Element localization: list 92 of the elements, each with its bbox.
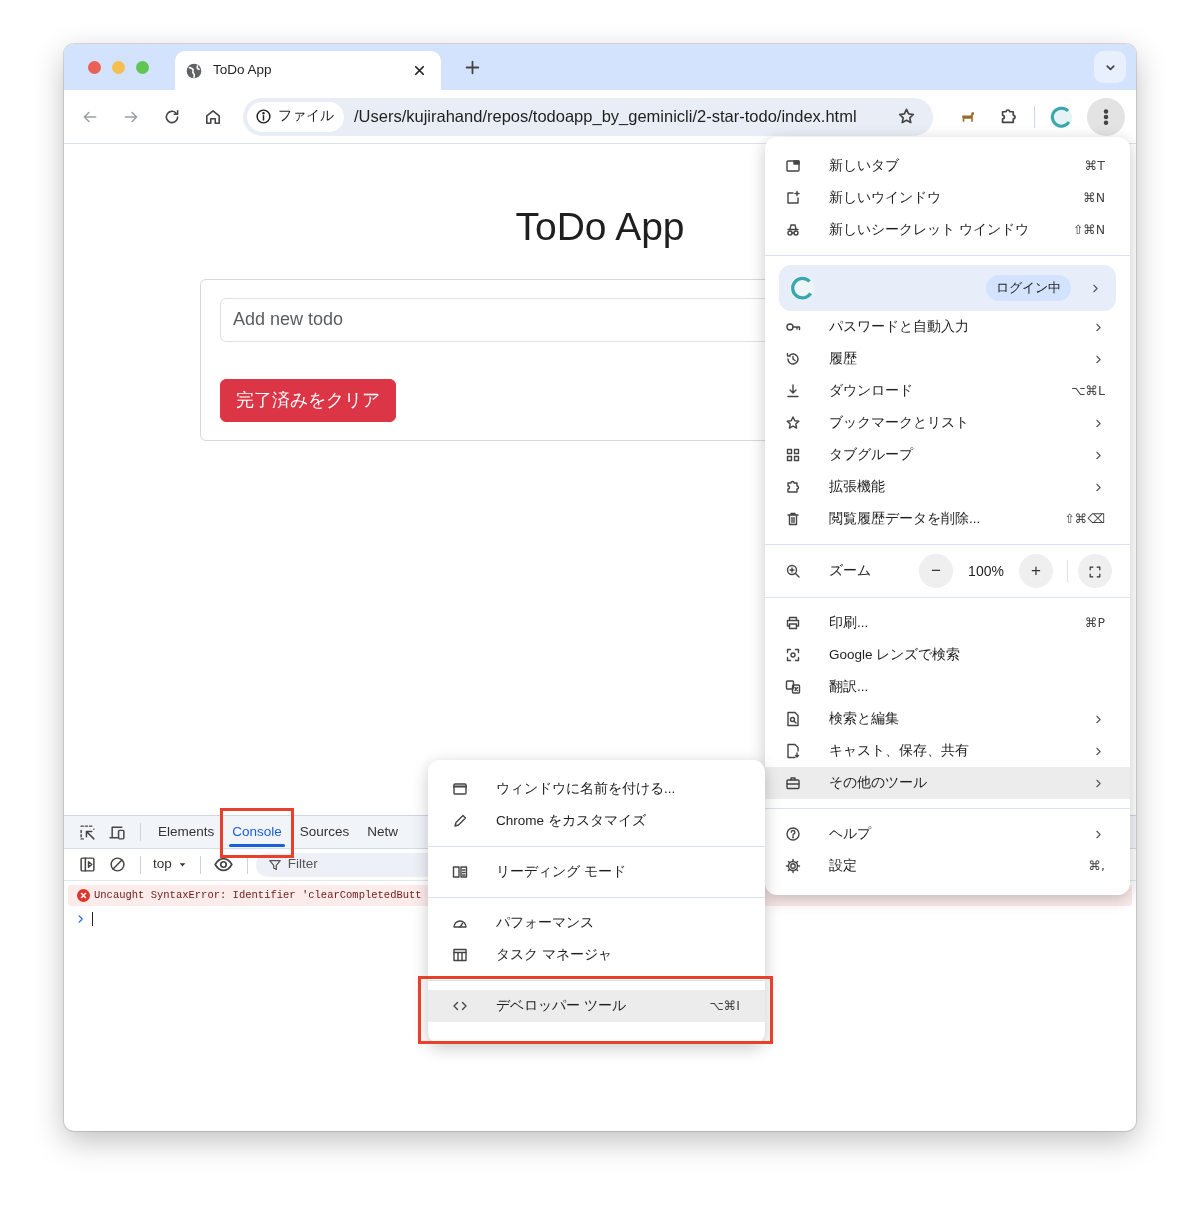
bookmark-icon [896,107,916,126]
menu-item[interactable]: 拡張機能 [765,471,1130,503]
table-icon [452,947,468,963]
clear-completed-button[interactable]: 完了済みをクリア [220,378,396,422]
zoom-label: ズーム [829,561,871,580]
fullscreen-icon [1088,564,1102,579]
prompt-icon [76,914,86,924]
translate-icon [785,679,801,695]
address-bar[interactable]: ファイル /Users/kujirahand/repos/todoapp_by_geminicli/2-star-todo/index.html [243,97,933,136]
help-icon [785,826,801,842]
printer-icon [785,615,801,631]
devtools-tab[interactable]: Netw [358,815,399,849]
menu-item[interactable]: 検索と編集 [765,703,1130,735]
error-icon [77,889,90,902]
download-icon [785,383,801,399]
menu-item[interactable]: タスク マネージャ [428,939,765,971]
sidebar-icon [78,856,96,873]
new-window-icon [785,190,801,206]
menu-item[interactable]: パフォーマンス [428,907,765,939]
menu-item[interactable]: Chrome をカスタマイズ [428,805,765,837]
menu-item[interactable]: 翻訳... [765,671,1130,703]
menu-item[interactable]: タブグループ [765,439,1130,471]
menu-item[interactable]: リーディング モード [428,856,765,888]
shortcut-text: ⌘, [1088,856,1105,875]
incognito-icon [785,222,801,238]
error-text: Uncaught SyntaxError: Identifier 'clearCompletedButt [94,887,422,903]
menu-item[interactable]: 新しいタブ ⌘T [765,150,1130,182]
avatar-icon [1049,104,1073,129]
grid-icon [785,447,801,463]
close-window-button[interactable] [88,60,101,74]
menu-item[interactable]: キャスト、保存、共有 [765,735,1130,767]
lens-icon [785,647,801,663]
url-text: /Users/kujirahand/repos/todoapp_by_geminicli/2-star-todo/index.html [354,106,858,128]
funnel-icon [267,857,282,872]
menu-item[interactable]: その他のツール [765,767,1130,799]
page-title: ToDo App [515,204,685,250]
menu-button[interactable] [1087,97,1125,136]
shortcut-text: ⌘T [1084,156,1105,175]
puzzle-icon [785,479,801,495]
menu-item[interactable]: デベロッパー ツール ⌥⌘I [428,990,765,1022]
zoom-value: 100% [967,561,1005,581]
browser-tab[interactable]: ToDo App [175,51,441,90]
shortcut-text: ⇧⌘⌫ [1064,509,1105,528]
info-icon [255,108,272,125]
zoom-in-button[interactable]: + [1019,554,1053,588]
shortcut-text: ⌘P [1084,613,1105,632]
menu-item[interactable]: Google レンズで検索 [765,639,1130,671]
clear-console-icon [108,856,126,873]
devtools-tab[interactable]: Sources [290,815,359,849]
menu-item[interactable]: ブックマークとリスト [765,407,1130,439]
menu-item[interactable]: ダウンロード ⌥⌘L [765,375,1130,407]
window-icon [452,781,468,797]
home-icon [204,107,222,126]
devtools-tab[interactable]: Elements [149,815,224,849]
document-icon [785,743,801,759]
history-icon [785,351,801,367]
zoom-out-button[interactable]: − [919,554,953,588]
device-toolbar-icon [108,823,126,841]
text-cursor [92,912,93,926]
context-selector[interactable]: top [149,854,192,875]
menu-item[interactable]: ヘルプ [765,818,1130,850]
profile-item[interactable]: ログイン中 [779,265,1116,311]
live-expression-icon [214,855,234,874]
globe-icon [185,61,203,80]
inspect-icon [78,823,96,841]
trash-icon [785,511,801,527]
shortcut-text: ⌥⌘L [1071,381,1105,400]
shortcut-text: ⇧⌘N [1072,220,1105,239]
plus-icon [463,58,481,76]
menu-item[interactable]: 履歴 [765,343,1130,375]
pencil-icon [452,813,468,829]
menu-item[interactable]: 設定 ⌘, [765,850,1130,882]
fullscreen-button[interactable] [1078,554,1112,588]
gear-icon [785,858,801,874]
shortcut-text: ⌥⌘I [709,996,740,1015]
devtools-tab[interactable]: Console [223,815,291,849]
signed-in-badge: ログイン中 [986,274,1071,302]
new-tab-icon [785,158,801,174]
menu-item[interactable]: 印刷... ⌘P [765,607,1130,639]
site-info-chip[interactable]: ファイル [247,101,344,132]
menu-item[interactable]: 新しいシークレット ウインドウ ⇧⌘N [765,214,1130,246]
find-page-icon [785,711,801,727]
avatar-icon [789,275,815,301]
star-icon [785,415,801,431]
toolbox-icon [785,775,801,791]
shortcut-text: ⌘N [1083,188,1105,207]
menu-item[interactable]: ウィンドウに名前を付ける... [428,773,765,805]
zoom-in-icon [785,563,801,579]
book-icon [452,864,468,880]
reload-icon [163,107,181,126]
menu-item[interactable]: 新しいウインドウ ⌘N [765,182,1130,214]
menu-item[interactable]: 閲覧履歴データを削除... ⇧⌘⌫ [765,503,1130,535]
